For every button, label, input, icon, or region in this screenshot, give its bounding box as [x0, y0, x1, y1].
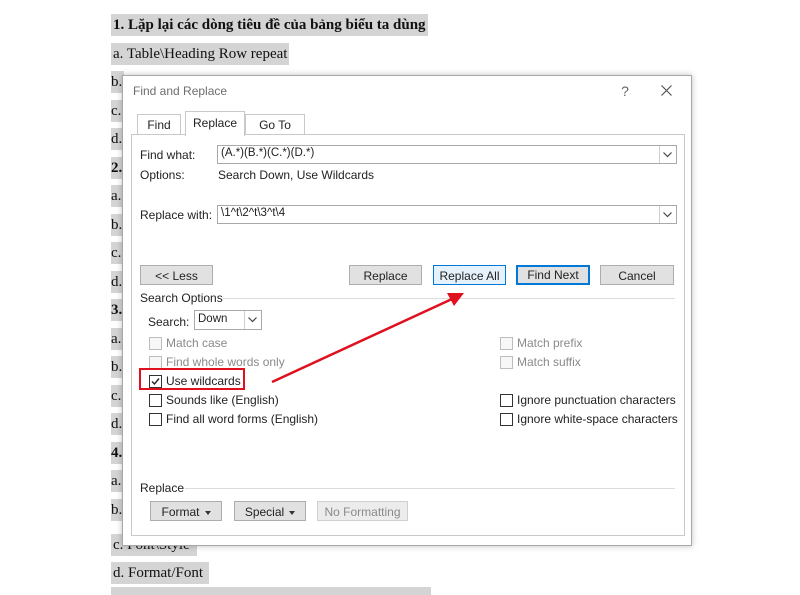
- tab-replace-label: Replace: [192, 116, 238, 130]
- tab-replace[interactable]: Replace: [185, 111, 245, 136]
- annotation-arrow: [271, 293, 464, 384]
